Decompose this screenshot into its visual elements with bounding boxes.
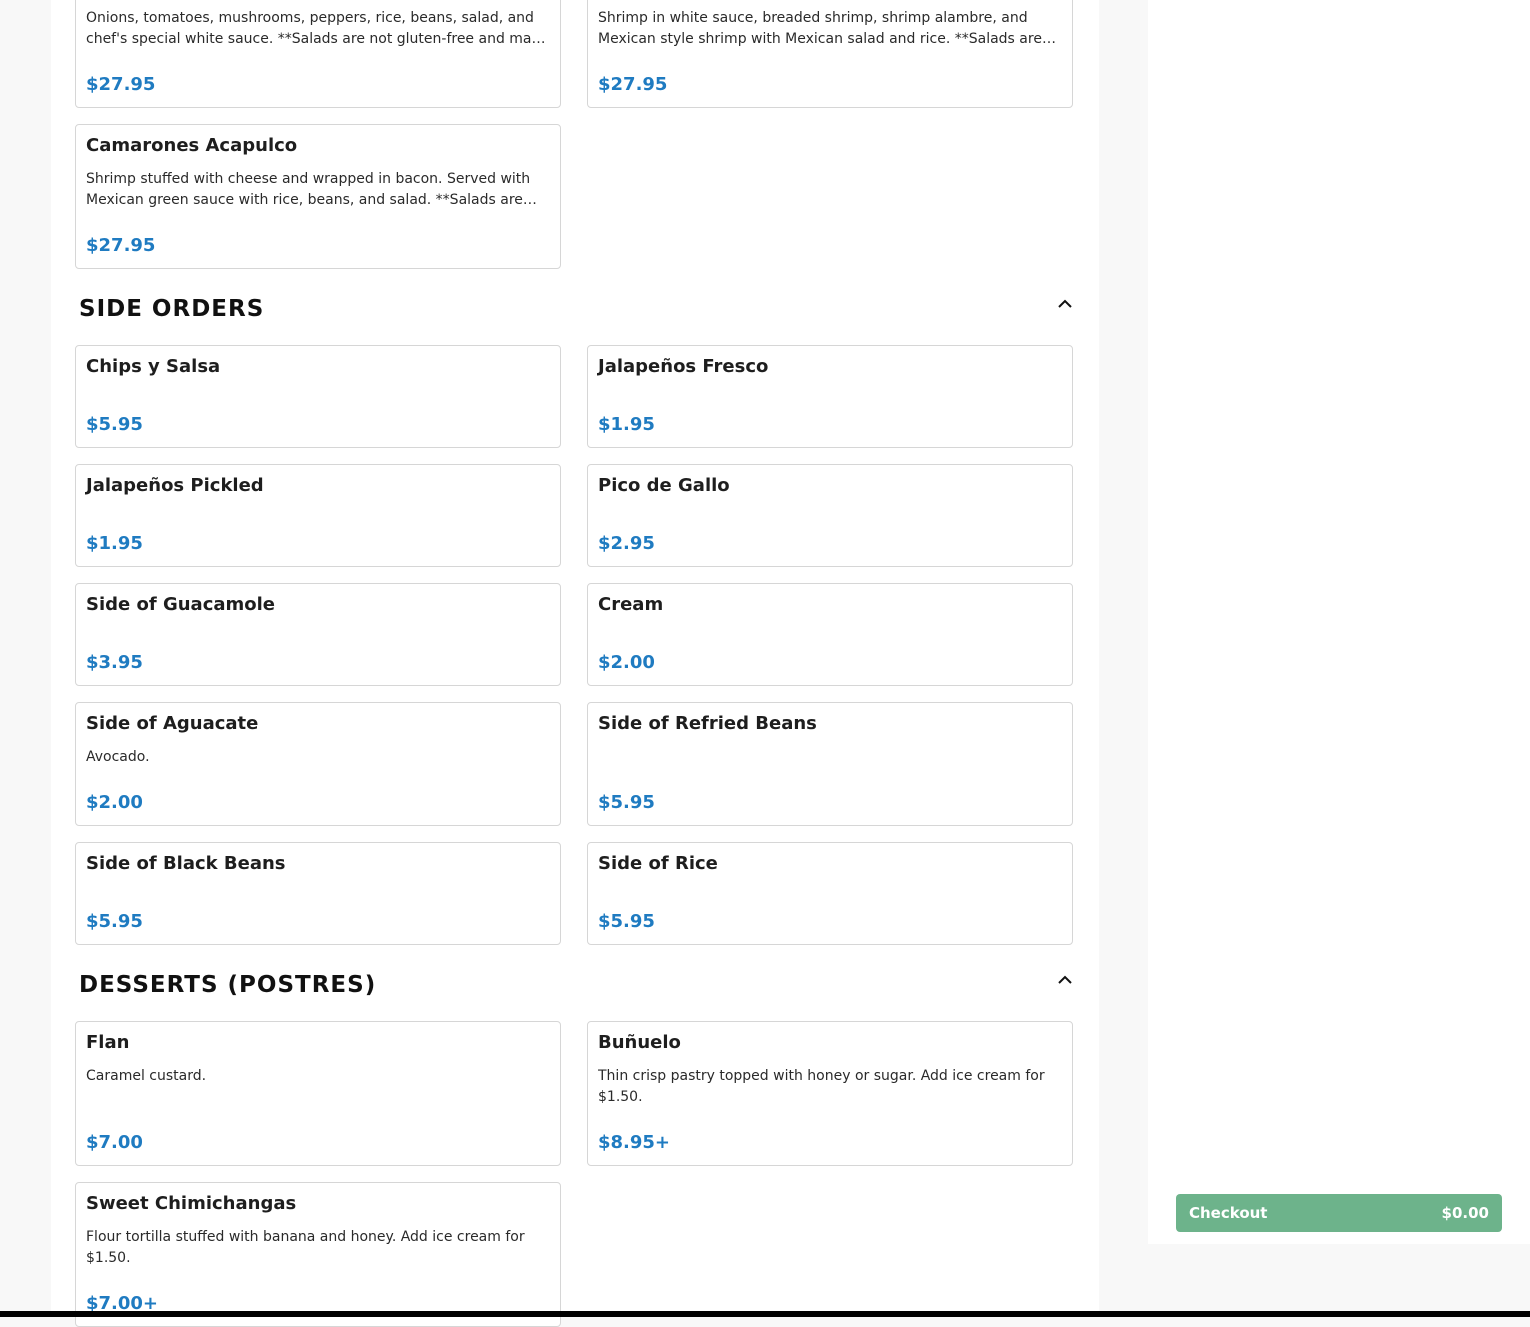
menu-item-description: Avocado. bbox=[86, 749, 150, 765]
menu-item-price: $1.95 bbox=[86, 533, 143, 554]
checkout-label: Checkout bbox=[1189, 1204, 1268, 1222]
menu-item-card[interactable]: Jalapeños Fresco $1.95 bbox=[587, 345, 1073, 448]
menu-item-card[interactable]: Pico de Gallo $2.95 bbox=[587, 464, 1073, 567]
menu-item-price: $5.95 bbox=[598, 792, 655, 813]
menu-item-price: $27.95 bbox=[86, 74, 156, 95]
menu-item-card[interactable]: Side of Refried Beans $5.95 bbox=[587, 702, 1073, 826]
menu-item-card[interactable]: Side of Rice $5.95 bbox=[587, 842, 1073, 945]
menu-item-description: Onions, tomatoes, mushrooms, peppers, ri… bbox=[86, 10, 540, 47]
menu-item-card[interactable]: Chips y Salsa $5.95 bbox=[75, 345, 561, 448]
menu-item-name: Camarones Acapulco bbox=[86, 135, 298, 156]
menu-item-price: $3.95 bbox=[86, 652, 143, 673]
menu-item-card[interactable]: Side of Black Beans $5.95 bbox=[75, 842, 561, 945]
menu-item-card[interactable]: Cream $2.00 bbox=[587, 583, 1073, 686]
section-title-desserts: DESSERTS (POSTRES) bbox=[79, 972, 377, 998]
menu-item-name: Side of Black Beans bbox=[86, 853, 286, 874]
menu-item-card[interactable]: Jalapeños Pickled $1.95 bbox=[75, 464, 561, 567]
menu-item-description: Flour tortilla stuffed with banana and h… bbox=[86, 1229, 525, 1266]
menu-item-name: Side of Rice bbox=[598, 853, 718, 874]
menu-item-name: Side of Guacamole bbox=[86, 594, 276, 615]
menu-item-price: $8.95+ bbox=[598, 1132, 671, 1153]
bottom-edge-bar bbox=[0, 1311, 1530, 1317]
section-title-side-orders: SIDE ORDERS bbox=[79, 296, 265, 322]
menu-item-card[interactable]: Onions, tomatoes, mushrooms, peppers, ri… bbox=[75, 0, 561, 108]
menu-item-name: Flan bbox=[86, 1032, 130, 1053]
menu-item-name: Jalapeños Pickled bbox=[86, 475, 264, 496]
menu-item-description: Thin crisp pastry topped with honey or s… bbox=[598, 1068, 1045, 1105]
menu-item-card[interactable]: Side of Aguacate Avocado. $2.00 bbox=[75, 702, 561, 826]
menu-item-card[interactable]: Camarones Acapulco Shrimp stuffed with c… bbox=[75, 124, 561, 269]
menu-item-price: $2.95 bbox=[598, 533, 655, 554]
menu-item-name: Buñuelo bbox=[598, 1032, 681, 1053]
menu-item-name: Side of Aguacate bbox=[86, 713, 259, 734]
menu-item-description: Shrimp in white sauce, breaded shrimp, s… bbox=[598, 10, 1042, 47]
menu-item-price: $5.95 bbox=[86, 911, 143, 932]
menu-item-price: $2.00 bbox=[598, 652, 655, 673]
menu-item-price: $27.95 bbox=[86, 235, 156, 256]
menu-item-price: $2.00 bbox=[86, 792, 143, 813]
chevron-up-icon[interactable] bbox=[1056, 296, 1074, 310]
menu-item-card[interactable]: Flan Caramel custard. $7.00 bbox=[75, 1021, 561, 1166]
menu-item-name: Jalapeños Fresco bbox=[598, 356, 769, 377]
menu-item-description: Shrimp stuffed with cheese and wrapped i… bbox=[86, 171, 531, 208]
menu-item-name: Chips y Salsa bbox=[86, 356, 221, 377]
menu-item-name: Side of Refried Beans bbox=[598, 713, 817, 734]
menu-item-name: Sweet Chimichangas bbox=[86, 1193, 297, 1214]
menu-item-price: $5.95 bbox=[86, 414, 143, 435]
checkout-button[interactable]: Checkout $0.00 bbox=[1176, 1194, 1502, 1232]
menu-item-price: $27.95 bbox=[598, 74, 668, 95]
menu-item-price: $1.95 bbox=[598, 414, 655, 435]
menu-item-price: $5.95 bbox=[598, 911, 655, 932]
menu-item-name: Cream bbox=[598, 594, 664, 615]
menu-item-price: $7.00 bbox=[86, 1132, 143, 1153]
menu-item-card[interactable]: Buñuelo Thin crisp pastry topped with ho… bbox=[587, 1021, 1073, 1166]
menu-item-description: Caramel custard. bbox=[86, 1068, 207, 1084]
menu-item-card[interactable]: Shrimp in white sauce, breaded shrimp, s… bbox=[587, 0, 1073, 108]
menu-item-card[interactable]: Side of Guacamole $3.95 bbox=[75, 583, 561, 686]
checkout-total: $0.00 bbox=[1441, 1204, 1489, 1222]
menu-item-name: Pico de Gallo bbox=[598, 475, 730, 496]
cart-panel bbox=[1148, 0, 1530, 1244]
chevron-up-icon[interactable] bbox=[1056, 972, 1074, 986]
menu-item-card[interactable]: Sweet Chimichangas Flour tortilla stuffe… bbox=[75, 1182, 561, 1327]
